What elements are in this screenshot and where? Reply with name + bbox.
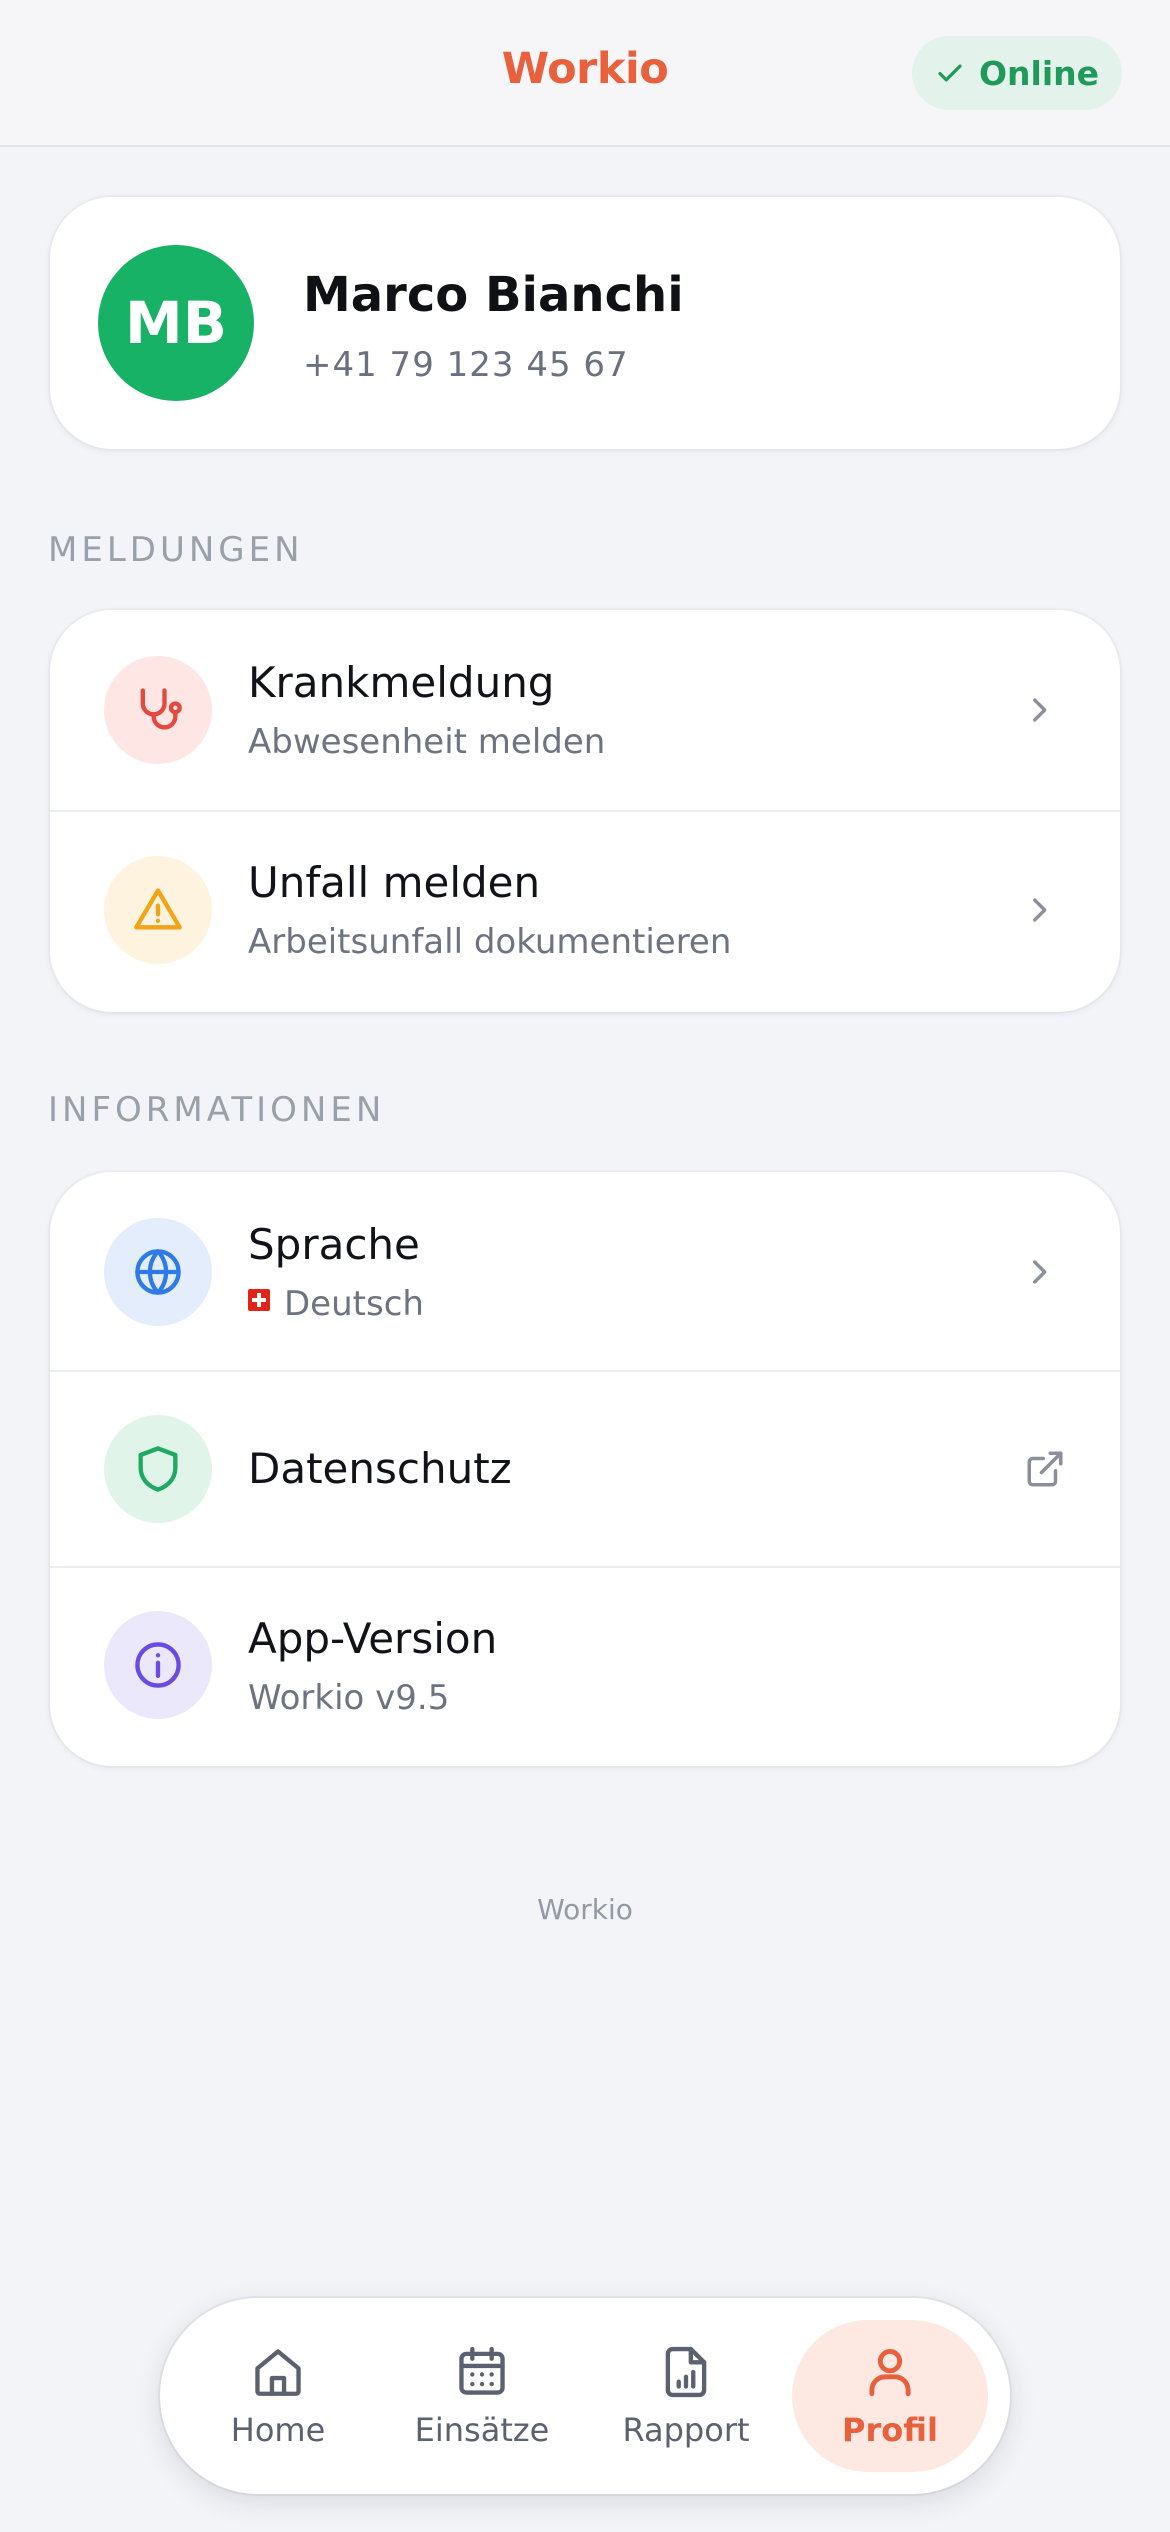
warning-icon-wrap <box>104 856 212 964</box>
menu-item-subtitle: Workio v9.5 <box>248 1678 450 1718</box>
globe-icon-wrap <box>104 1218 212 1326</box>
avatar: MB <box>98 245 254 401</box>
report-icon <box>665 2346 707 2398</box>
stethoscope-icon-wrap <box>104 656 212 764</box>
status-label: Online <box>978 53 1100 93</box>
profile-name: Marco Bianchi <box>303 267 684 323</box>
check-icon <box>938 64 962 82</box>
menu-item-app-version: App-Version Workio v9.5 <box>50 1568 1120 1766</box>
nav-item-einsaetze[interactable]: Einsätze <box>384 2320 580 2472</box>
menu-item-unfall[interactable]: Unfall melden Arbeitsunfall dokumentiere… <box>50 812 1120 1012</box>
profile-phone: +41 79 123 45 67 <box>303 345 629 385</box>
stethoscope-icon <box>140 688 182 730</box>
swiss-flag-icon <box>248 1289 270 1311</box>
chevron-right-icon <box>1022 893 1056 927</box>
footer-brand: Workio <box>537 1893 633 1926</box>
menu-item-title: Unfall melden <box>248 858 541 907</box>
info-icon-wrap <box>104 1611 212 1719</box>
menu-item-subtitle: Abwesenheit melden <box>248 722 606 762</box>
globe-icon <box>135 1249 181 1295</box>
menu-item-title: App-Version <box>248 1614 498 1663</box>
user-icon <box>869 2349 911 2397</box>
nav-item-home[interactable]: Home <box>180 2320 376 2472</box>
meldungen-card: Krankmeldung Abwesenheit melden Unfall m… <box>50 610 1120 1012</box>
menu-item-subtitle: Arbeitsunfall dokumentieren <box>248 922 732 962</box>
shield-icon-wrap <box>104 1415 212 1523</box>
online-status-badge: Online <box>912 36 1122 110</box>
menu-item-datenschutz[interactable]: Datenschutz <box>50 1372 1120 1566</box>
nav-label: Einsätze <box>414 2411 550 2449</box>
nav-label: Profil <box>842 2411 938 2449</box>
menu-item-sprache[interactable]: Sprache Deutsch <box>50 1172 1120 1370</box>
language-value: Deutsch <box>284 1284 424 1324</box>
chevron-right-icon <box>1022 1255 1056 1289</box>
menu-item-krankmeldung[interactable]: Krankmeldung Abwesenheit melden <box>50 610 1120 810</box>
external-link-icon <box>1024 1448 1066 1490</box>
nav-label: Home <box>230 2411 326 2449</box>
shield-icon <box>138 1446 178 1492</box>
bottom-nav: Home Einsätze Rapport Profil <box>160 2298 1010 2494</box>
calendar-icon <box>459 2346 505 2395</box>
nav-item-rapport[interactable]: Rapport <box>588 2320 784 2472</box>
section-label-meldungen: MELDUNGEN <box>48 530 304 570</box>
menu-item-title: Krankmeldung <box>248 658 555 707</box>
nav-item-profil[interactable]: Profil <box>792 2320 988 2472</box>
profile-card: MB Marco Bianchi +41 79 123 45 67 <box>50 197 1120 449</box>
section-label-informationen: INFORMATIONEN <box>48 1090 386 1130</box>
menu-item-title: Datenschutz <box>248 1444 512 1493</box>
nav-label: Rapport <box>622 2411 750 2449</box>
info-icon <box>135 1642 181 1688</box>
warning-icon <box>134 888 182 930</box>
menu-item-subtitle: Deutsch <box>248 1284 424 1324</box>
profile-screen: Workio Online MB Marco Bianchi +41 79 12… <box>0 0 1170 2532</box>
menu-item-title: Sprache <box>248 1220 420 1269</box>
informationen-card: Sprache Deutsch Datenschutz App-Version … <box>50 1172 1120 1766</box>
home-icon <box>255 2349 301 2396</box>
chevron-right-icon <box>1022 693 1056 727</box>
app-header: Workio Online <box>0 0 1170 147</box>
